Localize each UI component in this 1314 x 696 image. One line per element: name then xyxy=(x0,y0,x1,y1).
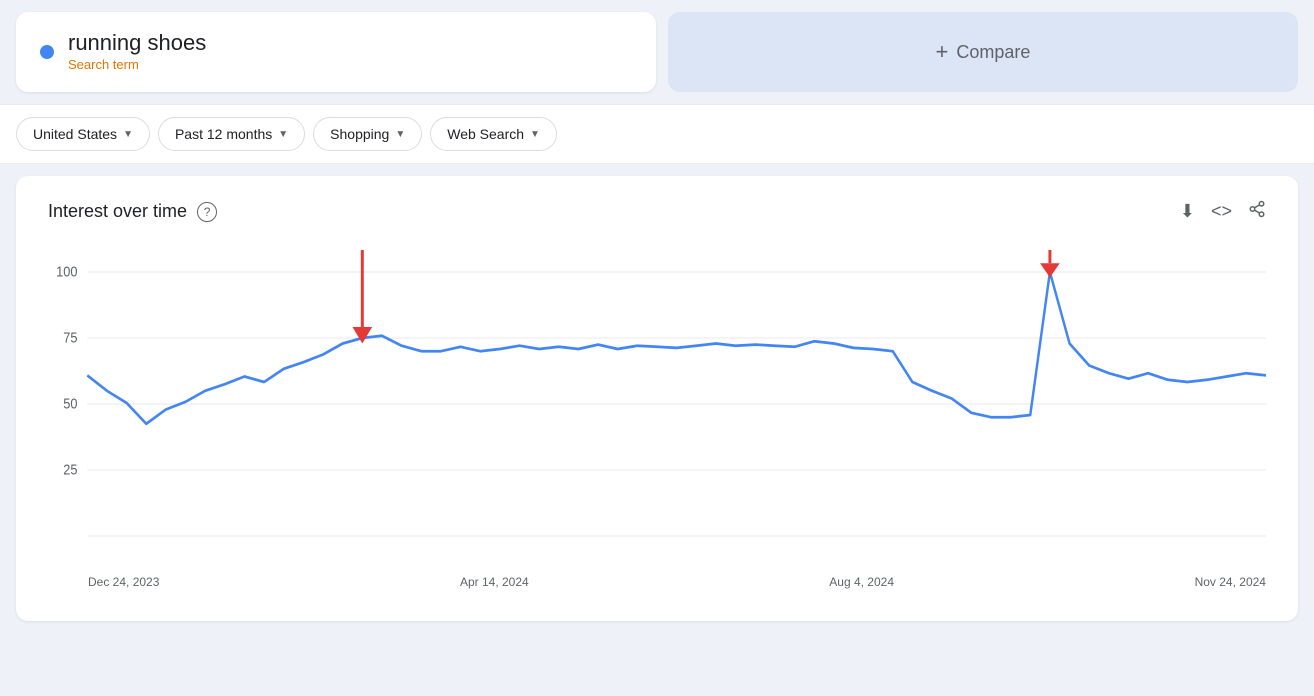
search-term-card: running shoes Search term xyxy=(16,12,656,92)
period-filter-label: Past 12 months xyxy=(175,126,272,142)
chart-header: Interest over time ? ⬇ <> xyxy=(48,200,1266,223)
type-chevron-icon: ▼ xyxy=(530,129,540,140)
embed-icon[interactable]: <> xyxy=(1211,201,1232,222)
chart-section: Interest over time ? ⬇ <> 100 xyxy=(16,176,1298,621)
x-axis-labels: Dec 24, 2023 Apr 14, 2024 Aug 4, 2024 No… xyxy=(48,569,1266,589)
compare-label: Compare xyxy=(956,42,1030,63)
svg-text:100: 100 xyxy=(56,264,77,280)
search-term-title: running shoes xyxy=(68,30,206,56)
region-filter-label: United States xyxy=(33,126,117,142)
chart-title-group: Interest over time ? xyxy=(48,201,217,222)
search-term-color-dot xyxy=(40,45,54,59)
x-label-1: Dec 24, 2023 xyxy=(88,575,159,589)
help-icon[interactable]: ? xyxy=(197,202,217,222)
chart-title: Interest over time xyxy=(48,201,187,222)
share-icon[interactable] xyxy=(1248,200,1266,223)
download-icon[interactable]: ⬇ xyxy=(1180,201,1195,222)
interest-chart: 100 75 50 25 xyxy=(48,239,1266,569)
red-arrow-1 xyxy=(353,250,373,344)
category-chevron-icon: ▼ xyxy=(395,129,405,140)
region-filter-button[interactable]: United States ▼ xyxy=(16,117,150,151)
search-term-info: running shoes Search term xyxy=(68,30,206,74)
period-filter-button[interactable]: Past 12 months ▼ xyxy=(158,117,305,151)
top-section: running shoes Search term + Compare xyxy=(0,0,1314,104)
compare-plus-icon: + xyxy=(936,39,949,65)
category-filter-button[interactable]: Shopping ▼ xyxy=(313,117,422,151)
x-label-3: Aug 4, 2024 xyxy=(829,575,894,589)
chart-actions: ⬇ <> xyxy=(1180,200,1266,223)
period-chevron-icon: ▼ xyxy=(278,129,288,140)
type-filter-label: Web Search xyxy=(447,126,524,142)
filters-bar: United States ▼ Past 12 months ▼ Shoppin… xyxy=(0,104,1314,164)
category-filter-label: Shopping xyxy=(330,126,389,142)
red-arrow-2 xyxy=(1040,250,1060,278)
svg-text:50: 50 xyxy=(63,396,77,412)
svg-text:75: 75 xyxy=(63,330,77,346)
search-term-type: Search term xyxy=(68,57,139,72)
chart-container: 100 75 50 25 xyxy=(48,239,1266,569)
region-chevron-icon: ▼ xyxy=(123,129,133,140)
compare-card[interactable]: + Compare xyxy=(668,12,1298,92)
type-filter-button[interactable]: Web Search ▼ xyxy=(430,117,557,151)
x-label-4: Nov 24, 2024 xyxy=(1195,575,1266,589)
svg-text:25: 25 xyxy=(63,462,77,478)
x-label-2: Apr 14, 2024 xyxy=(460,575,529,589)
